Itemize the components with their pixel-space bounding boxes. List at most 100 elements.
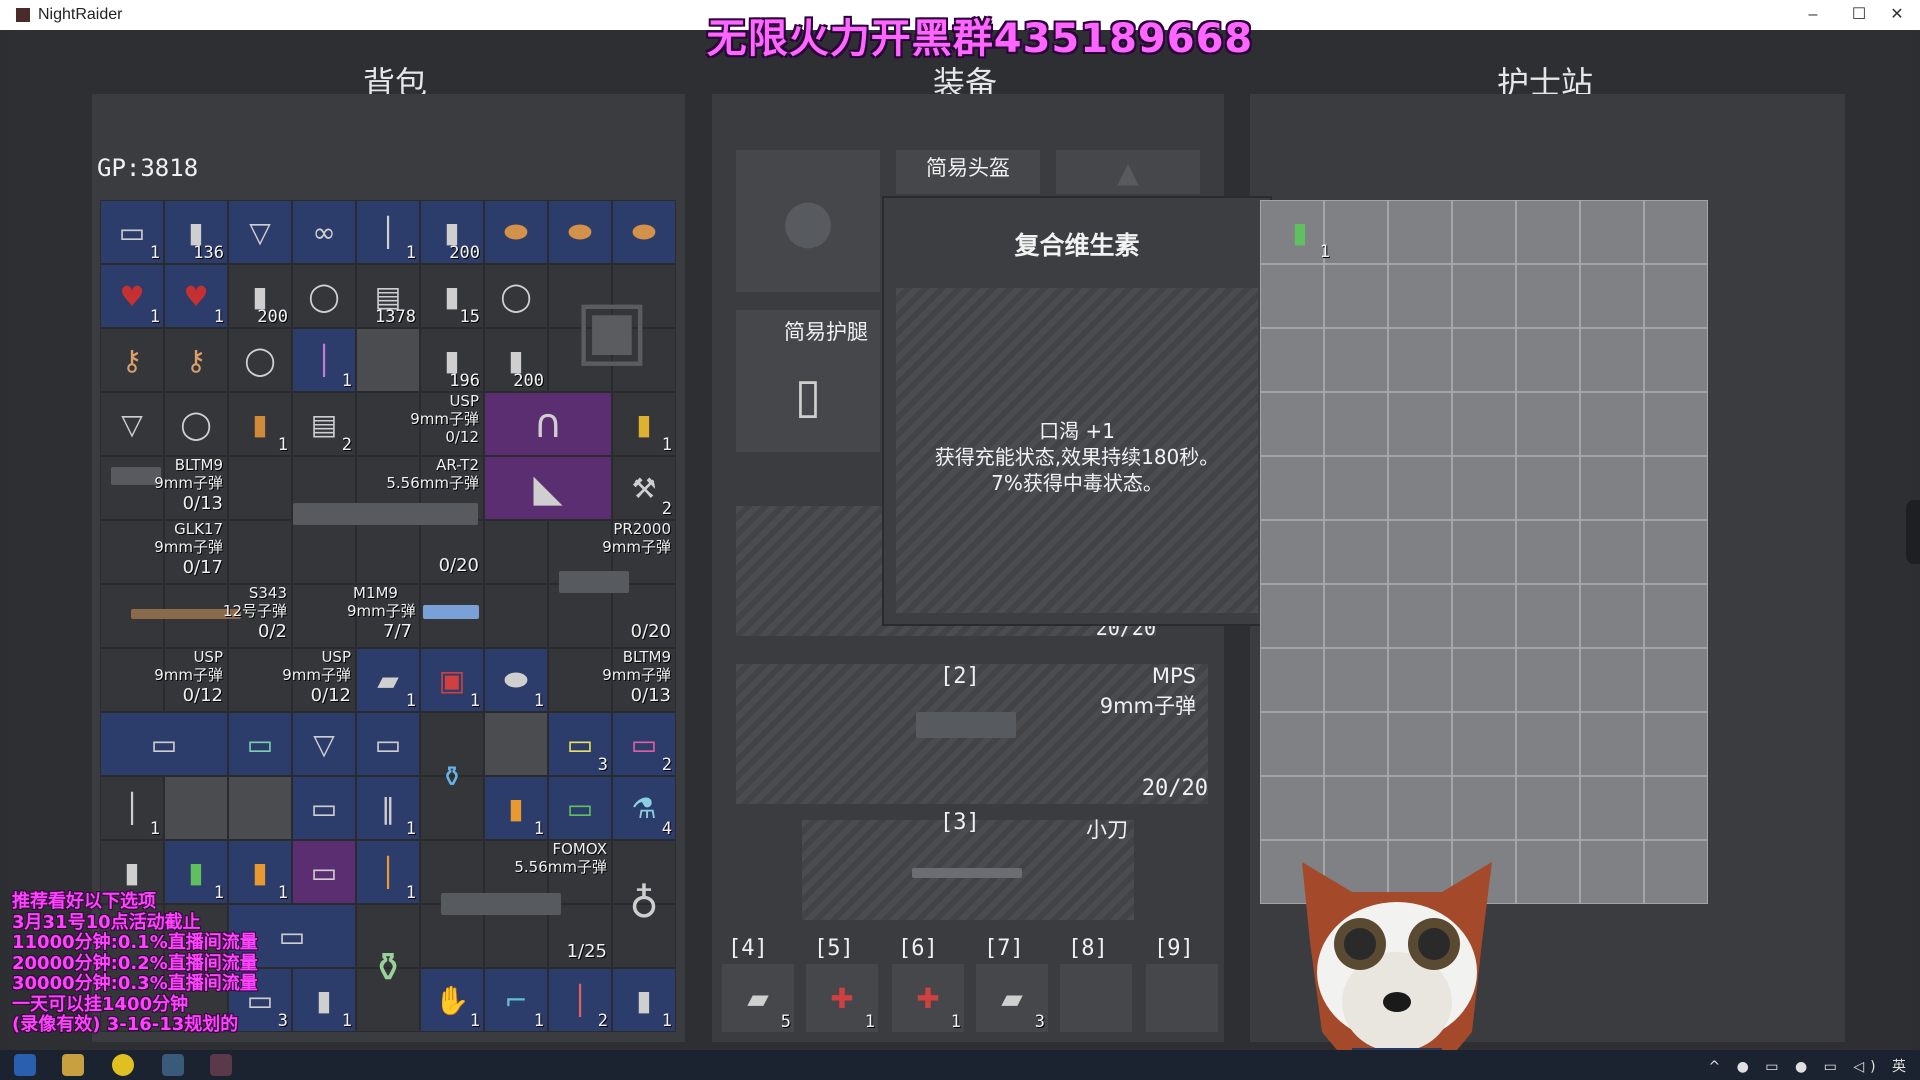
nurse-station-cell[interactable]: [1516, 648, 1580, 712]
nurse-station-cell[interactable]: [1324, 648, 1388, 712]
nurse-station-cell[interactable]: [1324, 200, 1388, 264]
inventory-slot[interactable]: [164, 776, 228, 840]
inventory-slot[interactable]: ◯: [292, 264, 356, 328]
nurse-station-cell[interactable]: [1516, 264, 1580, 328]
nurse-station-cell[interactable]: [1580, 712, 1644, 776]
weapon-fomox[interactable]: FOMOX 5.56mm子弹 1/25: [420, 840, 612, 968]
close-button[interactable]: ✕: [1874, 0, 1920, 30]
nurse-station-cell[interactable]: [1580, 200, 1644, 264]
inventory-slot[interactable]: ⚱: [356, 904, 420, 1032]
nurse-station-cell[interactable]: [1452, 456, 1516, 520]
nurse-station-cell[interactable]: [1516, 520, 1580, 584]
inventory-slot[interactable]: ▤ 1378: [356, 264, 420, 328]
nurse-station-cell[interactable]: [1388, 200, 1452, 264]
inventory-slot[interactable]: ▮ 200: [228, 264, 292, 328]
inventory-slot[interactable]: ▮ 196: [420, 328, 484, 392]
nurse-station-cell[interactable]: [1452, 584, 1516, 648]
nurse-station-cell[interactable]: [1644, 648, 1708, 712]
quickslot-6[interactable]: ✚ 1: [892, 964, 964, 1032]
nurse-station-cell[interactable]: [1260, 648, 1324, 712]
nurse-station-cell[interactable]: [1580, 264, 1644, 328]
inventory-slot[interactable]: [228, 776, 292, 840]
inventory-slot[interactable]: ⬬: [548, 200, 612, 264]
nurse-station-cell[interactable]: [1260, 264, 1324, 328]
nurse-station-cell[interactable]: [1516, 456, 1580, 520]
inventory-slot[interactable]: ◯: [484, 264, 548, 328]
nurse-station-cell[interactable]: [1644, 776, 1708, 840]
nurse-station-cell[interactable]: [1644, 456, 1708, 520]
nurse-station-cell[interactable]: [1388, 584, 1452, 648]
inventory-slot[interactable]: ▭ 1: [100, 200, 164, 264]
inventory-slot[interactable]: ▭: [100, 712, 228, 776]
nurse-station-cell[interactable]: [1452, 520, 1516, 584]
inventory-slot[interactable]: ▣ 1: [420, 648, 484, 712]
nurse-station-cell[interactable]: [1644, 200, 1708, 264]
inventory-slot[interactable]: ▽: [228, 200, 292, 264]
nurse-station-cell[interactable]: [1260, 456, 1324, 520]
nurse-station-cell[interactable]: [1260, 392, 1324, 456]
nurse-station-cell[interactable]: [1388, 456, 1452, 520]
inventory-slot[interactable]: ♥ 1: [100, 264, 164, 328]
inventory-slot[interactable]: ♁: [612, 840, 676, 968]
nurse-station-cell[interactable]: [1580, 776, 1644, 840]
nurse-station-cell[interactable]: [1580, 840, 1644, 904]
equip-slot-legs[interactable]: 简易护腿 ▯: [736, 310, 880, 452]
nurse-station-cell[interactable]: [1516, 840, 1580, 904]
nurse-station-cell[interactable]: [1580, 520, 1644, 584]
nurse-station-cell[interactable]: [1644, 520, 1708, 584]
inventory-slot[interactable]: ▽: [100, 392, 164, 456]
nurse-station-grid[interactable]: [1260, 200, 1708, 904]
equip-slot-helmet[interactable]: 简易头盔: [896, 150, 1040, 194]
nurse-station-cell[interactable]: [1388, 648, 1452, 712]
inventory-slot[interactable]: [484, 712, 548, 776]
nurse-station-cell[interactable]: [1644, 328, 1708, 392]
weapon-slot-3[interactable]: [3] 小刀: [802, 810, 1134, 920]
nurse-station-cell[interactable]: [1580, 456, 1644, 520]
inventory-slot[interactable]: ⚷: [164, 328, 228, 392]
inventory-slot[interactable]: ▮ 136: [164, 200, 228, 264]
nurse-station-cell[interactable]: [1452, 776, 1516, 840]
inventory-slot[interactable]: ▭: [292, 776, 356, 840]
nurse-station-cell[interactable]: [1388, 712, 1452, 776]
inventory-slot[interactable]: ‖ 1: [356, 776, 420, 840]
weapon-ar-t2[interactable]: AR-T2 5.56mm子弹 0/20: [292, 456, 484, 584]
inventory-slot[interactable]: ⚱: [420, 712, 484, 840]
weapon-usp[interactable]: USP 9mm子弹 0/12: [100, 648, 228, 712]
nurse-station-cell[interactable]: [1516, 392, 1580, 456]
nurse-station-cell[interactable]: [1452, 648, 1516, 712]
nurse-station-cell[interactable]: [1324, 712, 1388, 776]
inventory-slot[interactable]: ▰ 1: [356, 648, 420, 712]
nurse-station-item[interactable]: ▮ 1: [1276, 202, 1330, 263]
inventory-slot[interactable]: ♥ 1: [164, 264, 228, 328]
weapon-usp[interactable]: USP 9mm子弹 0/12: [228, 648, 356, 712]
nurse-station-cell[interactable]: [1452, 200, 1516, 264]
windows-start-icon[interactable]: [14, 1054, 36, 1076]
weapon-glk17[interactable]: GLK17 9mm子弹 0/17: [100, 520, 228, 584]
nurse-station-cell[interactable]: [1324, 776, 1388, 840]
inventory-slot[interactable]: ▮ 15: [420, 264, 484, 328]
inventory-slot[interactable]: ▭ 3: [548, 712, 612, 776]
inventory-slot[interactable]: ⬬: [612, 200, 676, 264]
nurse-station-cell[interactable]: [1324, 328, 1388, 392]
inventory-slot[interactable]: ⚷: [100, 328, 164, 392]
inventory-slot[interactable]: │ 2: [548, 968, 612, 1032]
weapon-bltm9[interactable]: BLTM9 9mm子弹 0/13: [100, 456, 228, 520]
inventory-slot[interactable]: ⚗ 4: [612, 776, 676, 840]
weapon-s343[interactable]: S343 12号子弹 0/2: [100, 584, 292, 648]
nurse-station-cell[interactable]: [1260, 328, 1324, 392]
inventory-slot[interactable]: ▮ 1: [484, 776, 548, 840]
nurse-station-cell[interactable]: [1452, 712, 1516, 776]
inventory-slot[interactable]: ✋ 1: [420, 968, 484, 1032]
quickslot-5[interactable]: ✚ 1: [806, 964, 878, 1032]
inventory-slot[interactable]: ▮ 200: [420, 200, 484, 264]
steam-icon[interactable]: [162, 1054, 184, 1076]
backpack-cell[interactable]: [484, 520, 548, 584]
inventory-slot[interactable]: │ 1: [292, 328, 356, 392]
nurse-station-cell[interactable]: [1388, 264, 1452, 328]
nurse-station-cell[interactable]: [1324, 520, 1388, 584]
explorer-icon[interactable]: [62, 1054, 84, 1076]
inventory-slot[interactable]: ▮ 200: [484, 328, 548, 392]
weapon-usp[interactable]: USP 9mm子弹 0/12: [356, 392, 484, 456]
backpack-cell[interactable]: [228, 456, 292, 520]
nurse-station-cell[interactable]: [1388, 328, 1452, 392]
